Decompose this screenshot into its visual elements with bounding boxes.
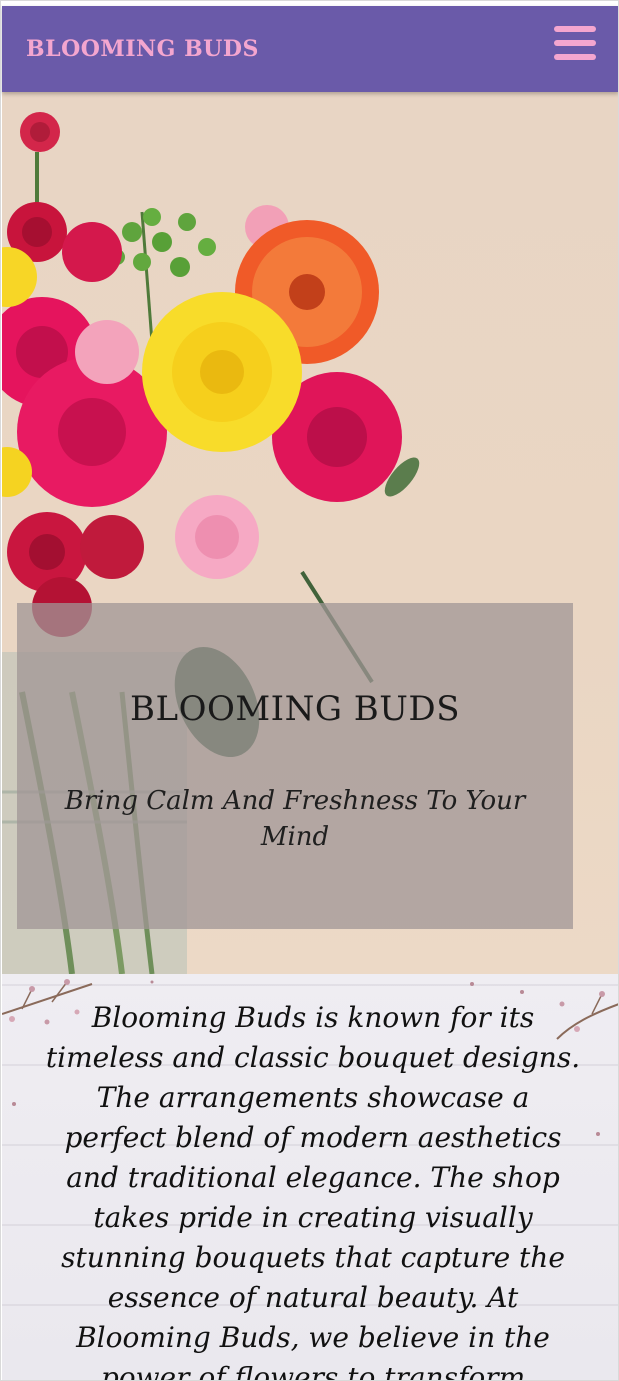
hamburger-menu-icon[interactable] [550, 24, 598, 64]
menu-bar [554, 26, 596, 32]
brand-logo[interactable]: BLOOMING BUDS [26, 36, 259, 62]
about-section: Blooming Buds is known for its timeless … [2, 974, 618, 1381]
hero-title: BLOOMING BUDS [130, 689, 460, 729]
navbar: BLOOMING BUDS [2, 6, 618, 92]
menu-bar [554, 54, 596, 60]
menu-bar [554, 40, 596, 46]
hero-section: BLOOMING BUDS Bring Calm And Freshness T… [2, 92, 618, 974]
hero-tagline: Bring Calm And Freshness To Your Mind [64, 786, 526, 852]
hero-card: BLOOMING BUDS Bring Calm And Freshness T… [17, 603, 573, 929]
about-text: Blooming Buds is known for its timeless … [45, 1001, 581, 1381]
page-frame: BLOOMING BUDS BLOOMING BUDS Bring Calm A… [0, 0, 619, 1381]
